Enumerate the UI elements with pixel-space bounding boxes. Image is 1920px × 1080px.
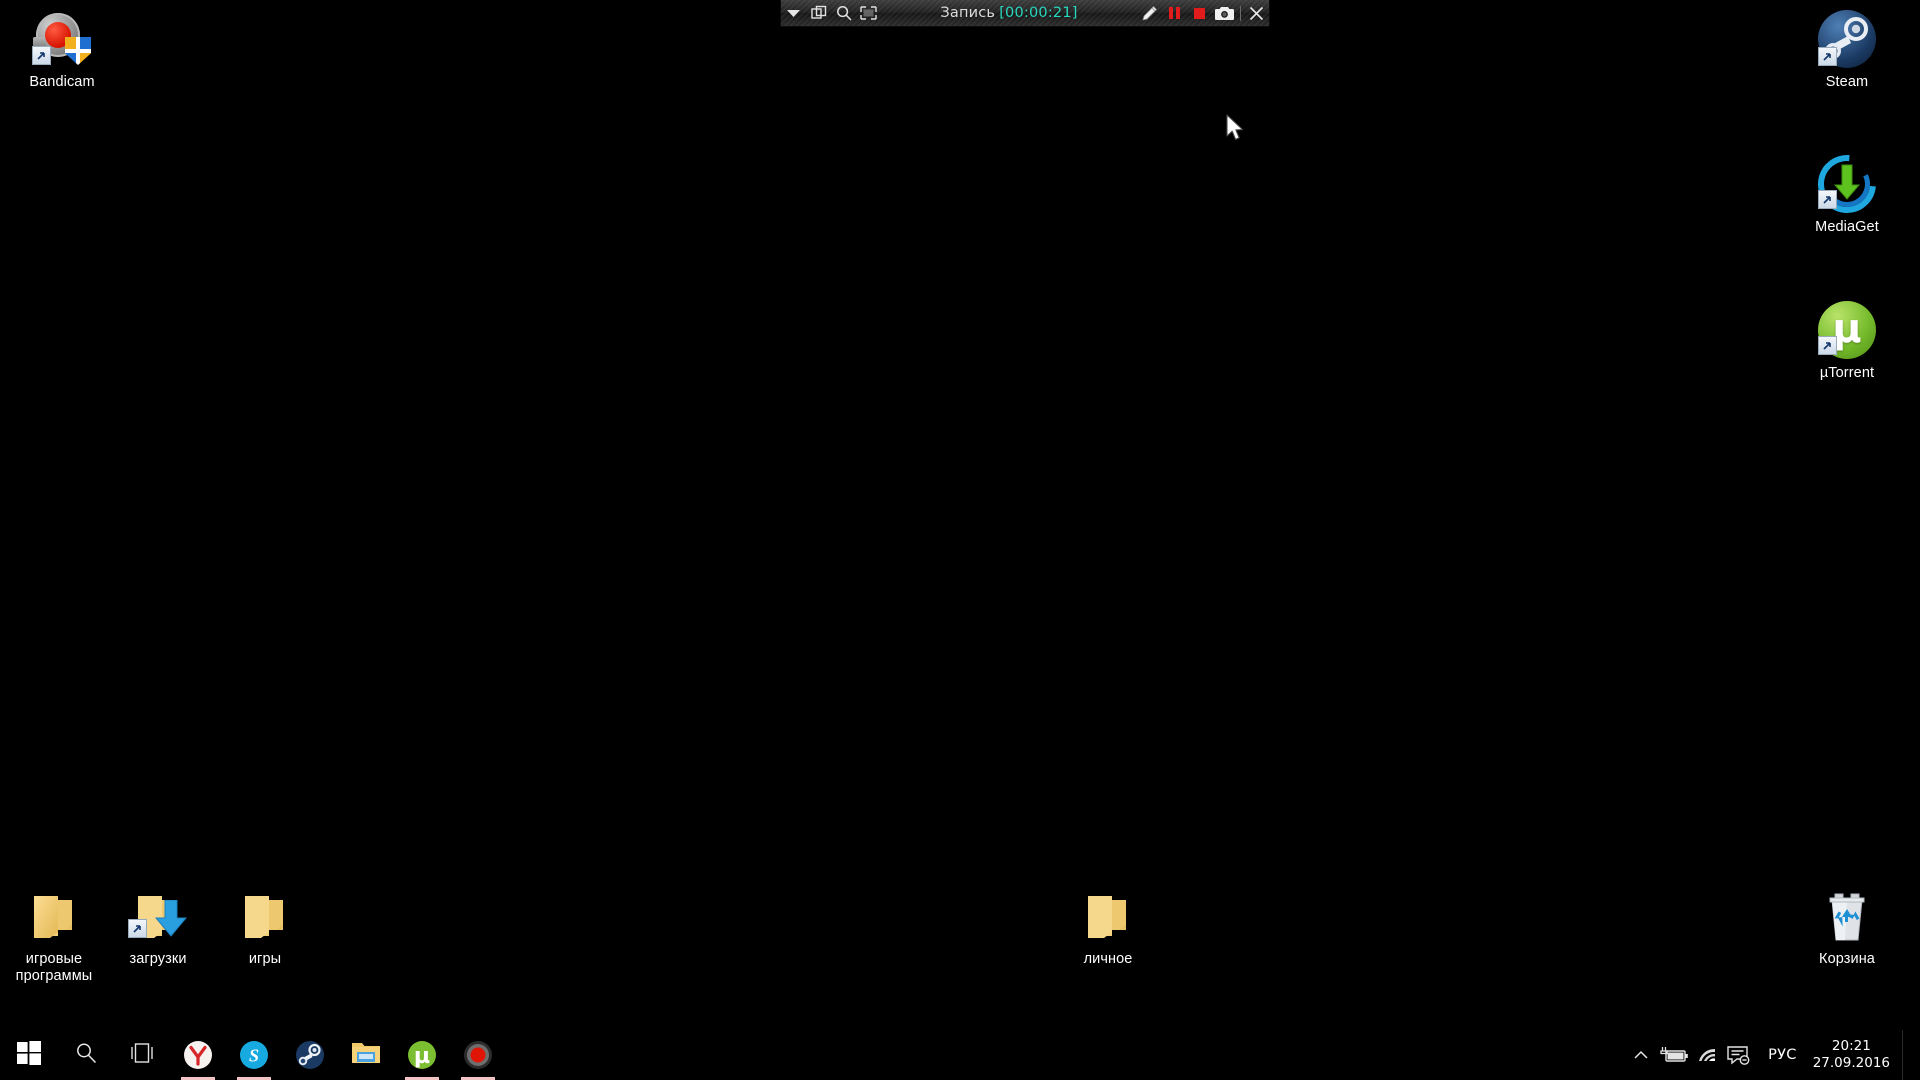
search-button[interactable] xyxy=(58,1030,114,1080)
utorrent-icon: µ xyxy=(407,1040,437,1070)
shortcut-badge-icon xyxy=(1818,336,1837,355)
desktop-icon-mediaget[interactable]: MediaGet xyxy=(1793,143,1901,236)
recycle-bin-icon xyxy=(1793,885,1901,947)
select-region-icon[interactable] xyxy=(856,1,881,25)
taskbar-item-bandicam[interactable] xyxy=(450,1030,506,1080)
bandicam-icon xyxy=(463,1040,493,1070)
svg-text:S: S xyxy=(249,1046,259,1066)
taskbar-item-file-explorer[interactable] xyxy=(338,1030,394,1080)
desktop-icon-personal[interactable]: личное xyxy=(1054,885,1162,968)
clock[interactable]: 20:21 27.09.2016 xyxy=(1809,1038,1902,1072)
desktop-icon-label: игровые программы xyxy=(15,951,93,984)
show-desktop-button[interactable] xyxy=(1902,1030,1912,1080)
desktop-icon-steam[interactable]: Steam xyxy=(1793,8,1901,91)
battery-charging-icon[interactable] xyxy=(1656,1030,1692,1080)
taskbar-item-skype[interactable]: S xyxy=(226,1030,282,1080)
shortcut-badge-icon xyxy=(128,919,147,938)
recording-status: Запись [00:00:21] xyxy=(881,5,1137,21)
desktop[interactable]: Bandicam Steam MediaGet µ µTorrent игров… xyxy=(0,0,1920,1080)
utorrent-icon: µ xyxy=(1793,299,1901,361)
desktop-icon-game-programs[interactable]: игровые программы xyxy=(0,885,108,985)
desktop-icon-label: игры xyxy=(248,951,282,967)
desktop-icon-label: Корзина xyxy=(1819,951,1875,967)
stop-icon[interactable] xyxy=(1187,1,1212,25)
bandicam-icon xyxy=(8,8,116,70)
file-explorer-icon xyxy=(351,1040,381,1070)
svg-text:µ: µ xyxy=(414,1044,430,1069)
desktop-icon-label: MediaGet xyxy=(1815,219,1879,235)
desktop-icon-games[interactable]: игры xyxy=(211,885,319,968)
pause-icon[interactable] xyxy=(1162,1,1187,25)
shortcut-badge-icon xyxy=(1818,47,1837,66)
clock-date: 27.09.2016 xyxy=(1812,1055,1890,1071)
mediaget-icon xyxy=(1793,143,1901,225)
desktop-icon-label: Steam xyxy=(1825,74,1869,90)
desktop-icon-label: µTorrent xyxy=(1819,365,1875,381)
folder-icon xyxy=(1054,885,1162,947)
taskbar-item-steam[interactable] xyxy=(282,1030,338,1080)
bandicam-recording-toolbar[interactable]: Запись [00:00:21] xyxy=(780,0,1270,27)
taskbar-item-yandex[interactable] xyxy=(170,1030,226,1080)
shortcut-badge-icon xyxy=(32,46,51,65)
wifi-icon[interactable] xyxy=(1692,1030,1722,1080)
desktop-icon-downloads[interactable]: загрузки xyxy=(104,885,212,968)
action-center-quiet-icon[interactable] xyxy=(1722,1030,1756,1080)
close-icon[interactable] xyxy=(1244,1,1269,25)
folder-icon xyxy=(0,885,108,947)
mouse-cursor xyxy=(1226,114,1246,149)
shortcut-badge-icon xyxy=(1818,190,1837,209)
language-indicator[interactable]: РУС xyxy=(1756,1047,1809,1063)
steam-icon xyxy=(295,1040,325,1070)
clock-time: 20:21 xyxy=(1831,1038,1871,1054)
system-tray[interactable]: РУС 20:21 27.09.2016 xyxy=(1626,1030,1920,1080)
taskbar[interactable]: S µ РУС 20:21 27.09.2016 xyxy=(0,1030,1920,1080)
yandex-icon xyxy=(183,1040,213,1070)
pencil-icon[interactable] xyxy=(1137,1,1162,25)
desktop-icon-bandicam[interactable]: Bandicam xyxy=(8,8,116,91)
chevron-up-icon[interactable] xyxy=(1626,1030,1656,1080)
task-view-button[interactable] xyxy=(114,1030,170,1080)
recording-timer: [00:00:21] xyxy=(999,5,1078,21)
search-icon xyxy=(75,1042,97,1069)
window-target-icon[interactable] xyxy=(806,1,831,25)
windows-logo-icon xyxy=(17,1040,41,1070)
task-view-icon xyxy=(129,1042,155,1068)
folder-download-icon xyxy=(104,885,212,947)
start-button[interactable] xyxy=(0,1030,58,1080)
skype-icon: S xyxy=(239,1040,269,1070)
toolbar-divider xyxy=(1240,5,1241,21)
camera-icon[interactable] xyxy=(1212,1,1237,25)
desktop-icon-label: Bandicam xyxy=(29,74,95,90)
magnifier-icon[interactable] xyxy=(831,1,856,25)
desktop-icon-label: личное xyxy=(1083,951,1133,967)
desktop-icon-recycle-bin[interactable]: Корзина xyxy=(1793,885,1901,968)
steam-icon xyxy=(1793,8,1901,70)
recording-status-word: Запись xyxy=(940,5,996,21)
desktop-icon-label: загрузки xyxy=(129,951,187,967)
folder-icon xyxy=(211,885,319,947)
chevron-down-icon[interactable] xyxy=(781,1,806,25)
desktop-icon-utorrent[interactable]: µ µTorrent xyxy=(1793,299,1901,382)
taskbar-item-utorrent[interactable]: µ xyxy=(394,1030,450,1080)
